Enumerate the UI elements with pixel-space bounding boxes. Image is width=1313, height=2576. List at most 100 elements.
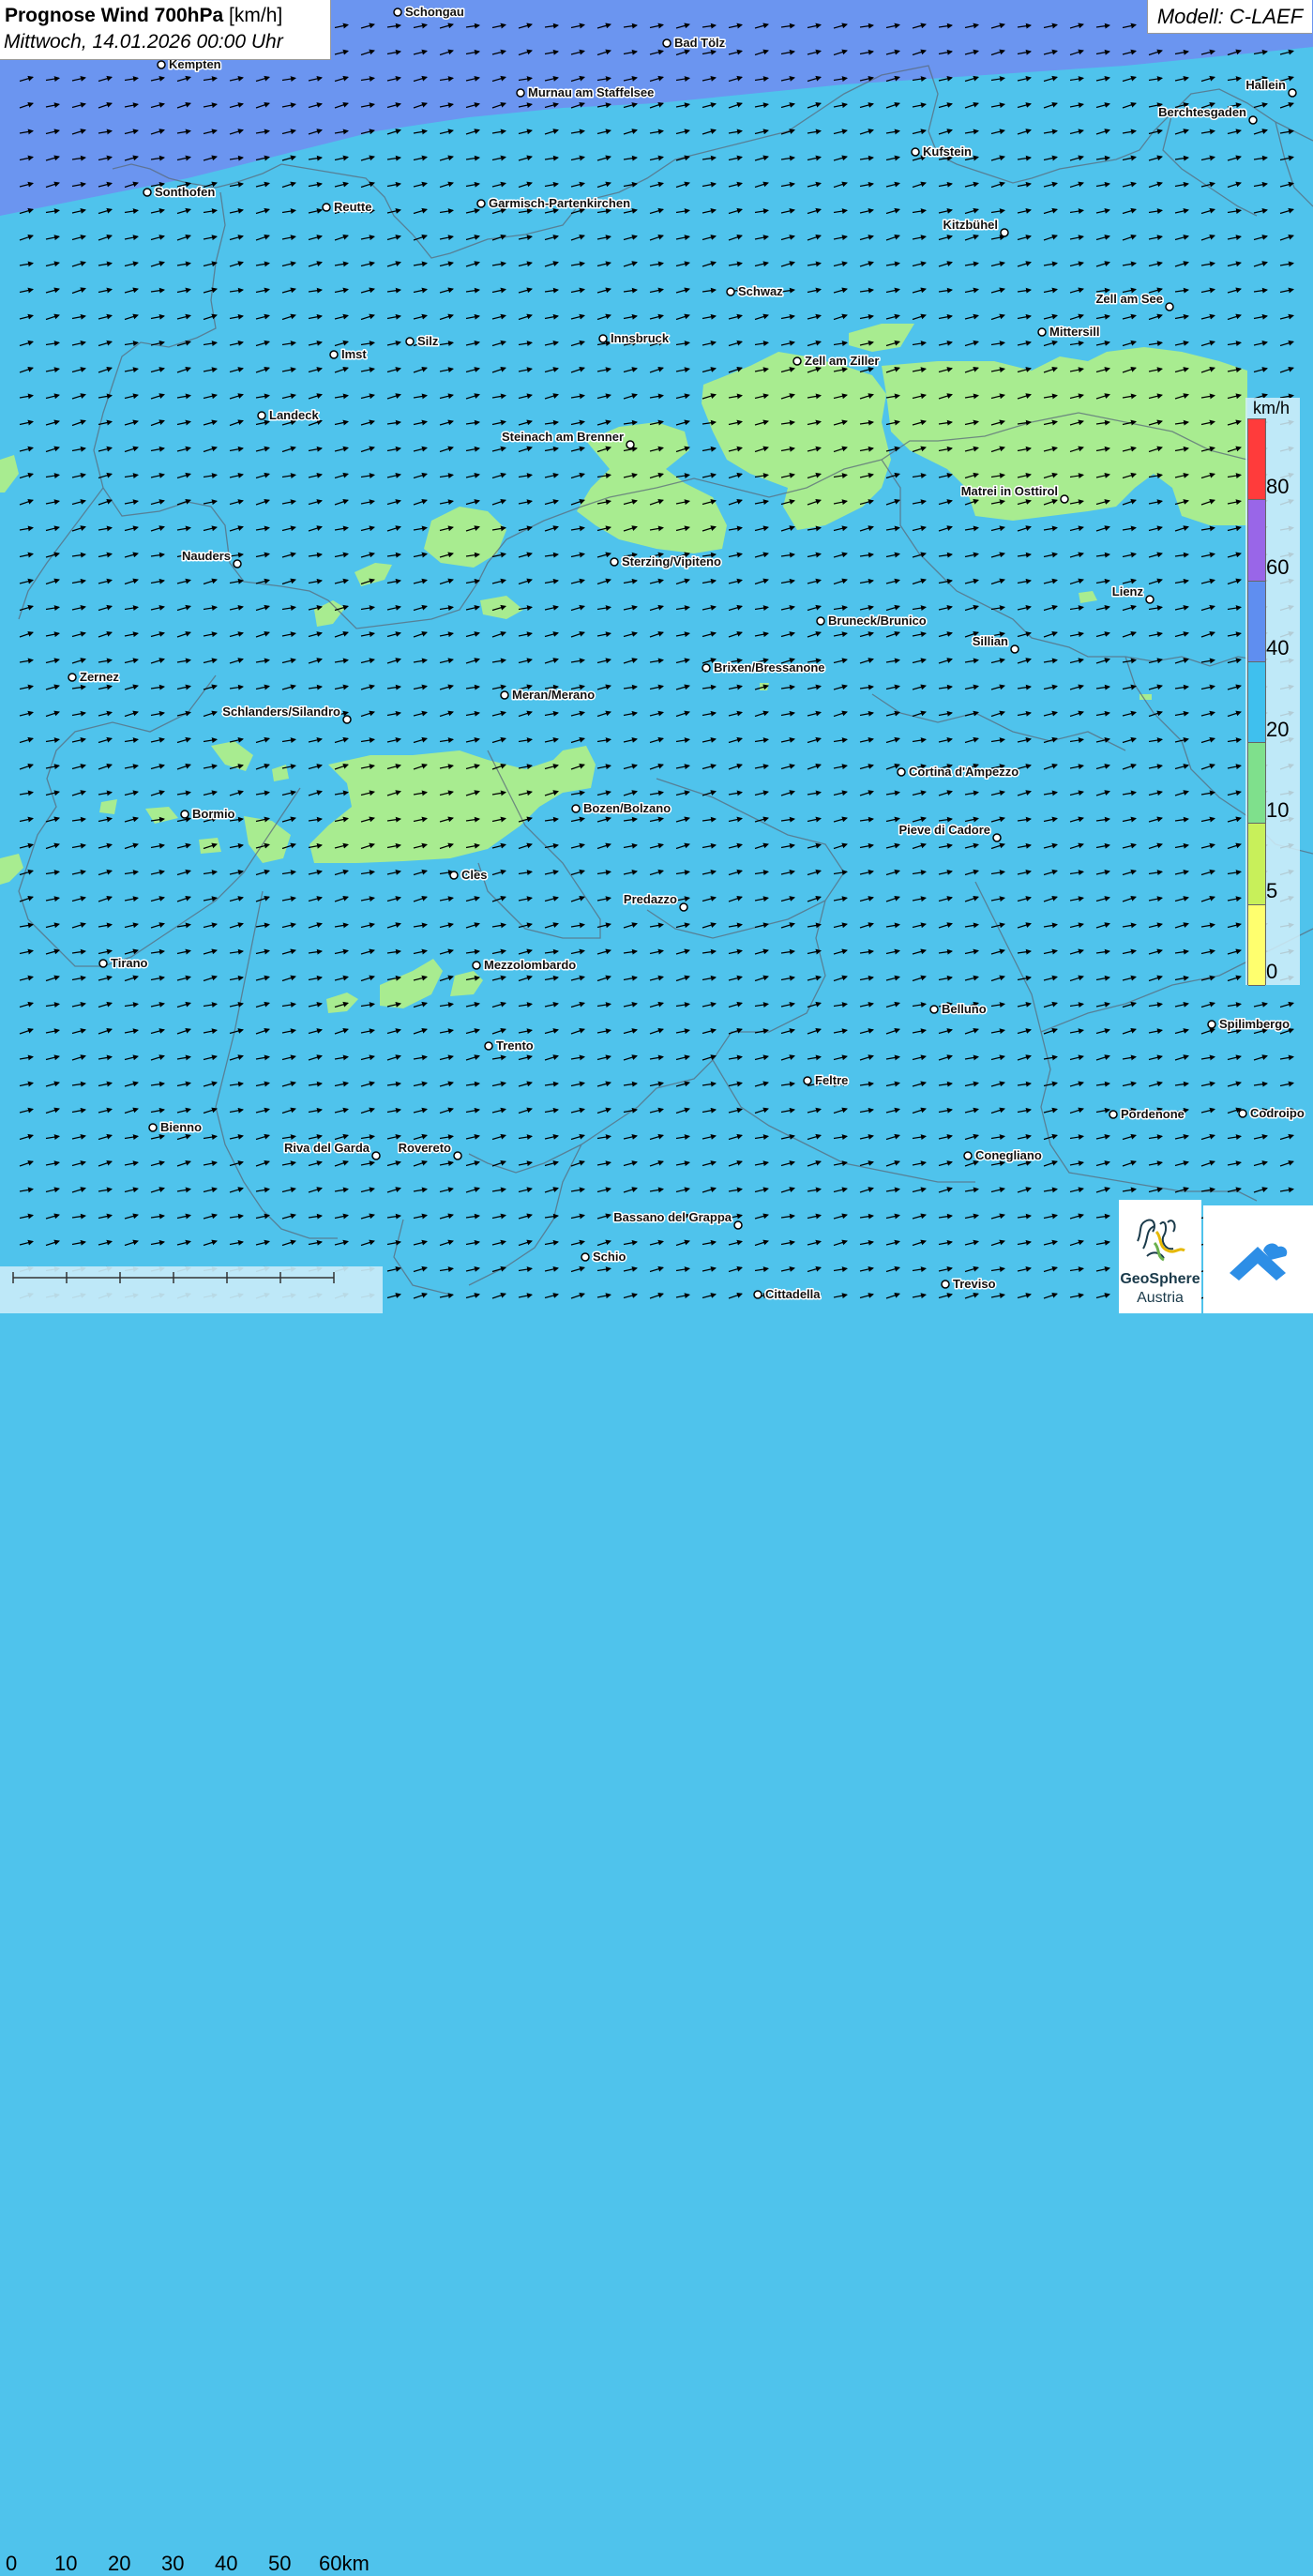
city-dot [342, 715, 352, 724]
scale-bar: 0 10 20 30 40 50 60km [0, 1266, 383, 2575]
city-dot [180, 810, 189, 819]
city-dot [702, 663, 711, 673]
city-marker: Pordenone [1109, 1106, 1185, 1123]
city-marker: Cortina d'Ampezzo [897, 764, 1020, 780]
city-label: Bienno [160, 1120, 202, 1134]
city-label: Bormio [192, 807, 235, 821]
city-label: Sillian [973, 634, 1008, 648]
city-dot [371, 1151, 381, 1160]
city-marker: Zell am Ziller [792, 353, 881, 370]
city-label: Landeck [269, 408, 320, 422]
wind-map: SchongauBad TölzKemptenMurnau am Staffel… [0, 0, 1313, 1313]
city-dot [1060, 494, 1069, 504]
city-label: Murnau am Staffelsee [528, 85, 654, 99]
city-label: Sonthofen [155, 185, 215, 199]
scale-label: 10 [54, 2552, 78, 2575]
model-label: Modell: C-LAEF [1147, 0, 1312, 34]
city-label: Riva del Garda [284, 1141, 370, 1155]
city-dot [733, 1220, 743, 1230]
legend-tick-label: 60 [1266, 555, 1290, 579]
city-label: Silz [417, 334, 439, 348]
city-label: Cittadella [765, 1287, 821, 1301]
city-label: Tirano [111, 956, 148, 970]
city-label: Mezzolombardo [484, 958, 576, 972]
legend-color-segment [1248, 419, 1265, 501]
app-logo[interactable] [1203, 1205, 1313, 1313]
city-marker: Schongau [393, 4, 465, 21]
city-label: Steinach am Brenner [502, 430, 624, 444]
city-dot [929, 1005, 939, 1014]
city-dot [803, 1076, 812, 1085]
scale-label: 30 [161, 2552, 185, 2575]
city-label: Cortina d'Ampezzo [909, 765, 1019, 779]
city-dot [897, 767, 906, 777]
city-dot [911, 147, 920, 157]
city-dot [476, 199, 486, 208]
city-label: Schongau [405, 5, 464, 19]
city-label: Brixen/Bressanone [714, 660, 825, 674]
city-dot [753, 1290, 762, 1299]
city-dot [571, 804, 581, 813]
map-title: Prognose Wind 700hPa [km/h] [5, 5, 282, 27]
city-label: Feltre [815, 1073, 848, 1087]
legend-tick-label: 0 [1266, 960, 1278, 983]
city-label: Conegliano [975, 1148, 1042, 1162]
city-dot [453, 1151, 462, 1160]
city-marker: Meran/Merano [500, 687, 596, 704]
city-label: Lienz [1112, 584, 1144, 599]
city-label: Schwaz [738, 284, 783, 298]
city-label: Reutte [334, 200, 371, 214]
city-label: Kufstein [923, 144, 972, 159]
city-marker: Bozen/Bolzano [571, 800, 672, 817]
city-marker: Spilimbergo [1207, 1016, 1291, 1033]
legend-color-segment [1248, 581, 1265, 662]
scale-label: 0 [6, 2552, 18, 2575]
city-label: Trento [496, 1038, 534, 1053]
city-dot [679, 902, 688, 912]
city-label: Mittersill [1049, 325, 1099, 339]
city-dot [1000, 228, 1009, 237]
scale-label: 60km [319, 2552, 370, 2575]
title-box: Prognose Wind 700hPa [km/h] Mittwoch, 14… [0, 0, 331, 60]
legend-unit: km/h [1253, 399, 1290, 417]
legend-color-segment [1248, 743, 1265, 825]
city-label: Innsbruck [611, 331, 670, 345]
city-dot [1145, 595, 1155, 604]
city-label: Imst [341, 347, 367, 361]
city-marker: Sonthofen [143, 184, 217, 201]
city-dot [1207, 1020, 1216, 1029]
city-label: Sterzing/Vipiteno [622, 554, 721, 568]
scale-label: 40 [215, 2552, 238, 2575]
city-dot [472, 961, 481, 970]
city-label: Zell am See [1095, 292, 1163, 306]
city-dot [405, 337, 415, 346]
city-label: Berchtesgaden [1158, 105, 1246, 119]
city-dot [516, 88, 525, 98]
city-label: Cles [461, 868, 487, 882]
legend-tick-label: 5 [1266, 879, 1278, 902]
city-label: Bassano del Grappa [613, 1210, 732, 1224]
legend-color-segment [1248, 661, 1265, 744]
city-dot [329, 350, 339, 359]
city-label: Spilimbergo [1219, 1017, 1290, 1031]
city-dot [449, 871, 459, 880]
city-dot [992, 833, 1002, 842]
city-label: Belluno [942, 1002, 987, 1016]
city-dot [726, 287, 735, 296]
scale-label: 20 [108, 2552, 131, 2575]
city-label: Bad Tölz [674, 36, 726, 50]
city-label: Rovereto [399, 1141, 451, 1155]
city-label: Matrei in Osttirol [961, 484, 1058, 498]
city-marker: Mezzolombardo [472, 957, 578, 974]
city-marker: Innsbruck [598, 330, 671, 347]
city-dot [148, 1123, 158, 1132]
city-dot [626, 440, 635, 449]
city-dot [68, 673, 77, 682]
city-dot [143, 188, 152, 197]
city-label: Garmisch-Partenkirchen [489, 196, 630, 210]
legend-color-segment [1248, 500, 1265, 582]
geosphere-logo[interactable]: GeoSphere Austria [1119, 1200, 1201, 1313]
city-dot [792, 356, 802, 366]
city-dot [1288, 88, 1297, 98]
city-dot [1010, 644, 1019, 654]
